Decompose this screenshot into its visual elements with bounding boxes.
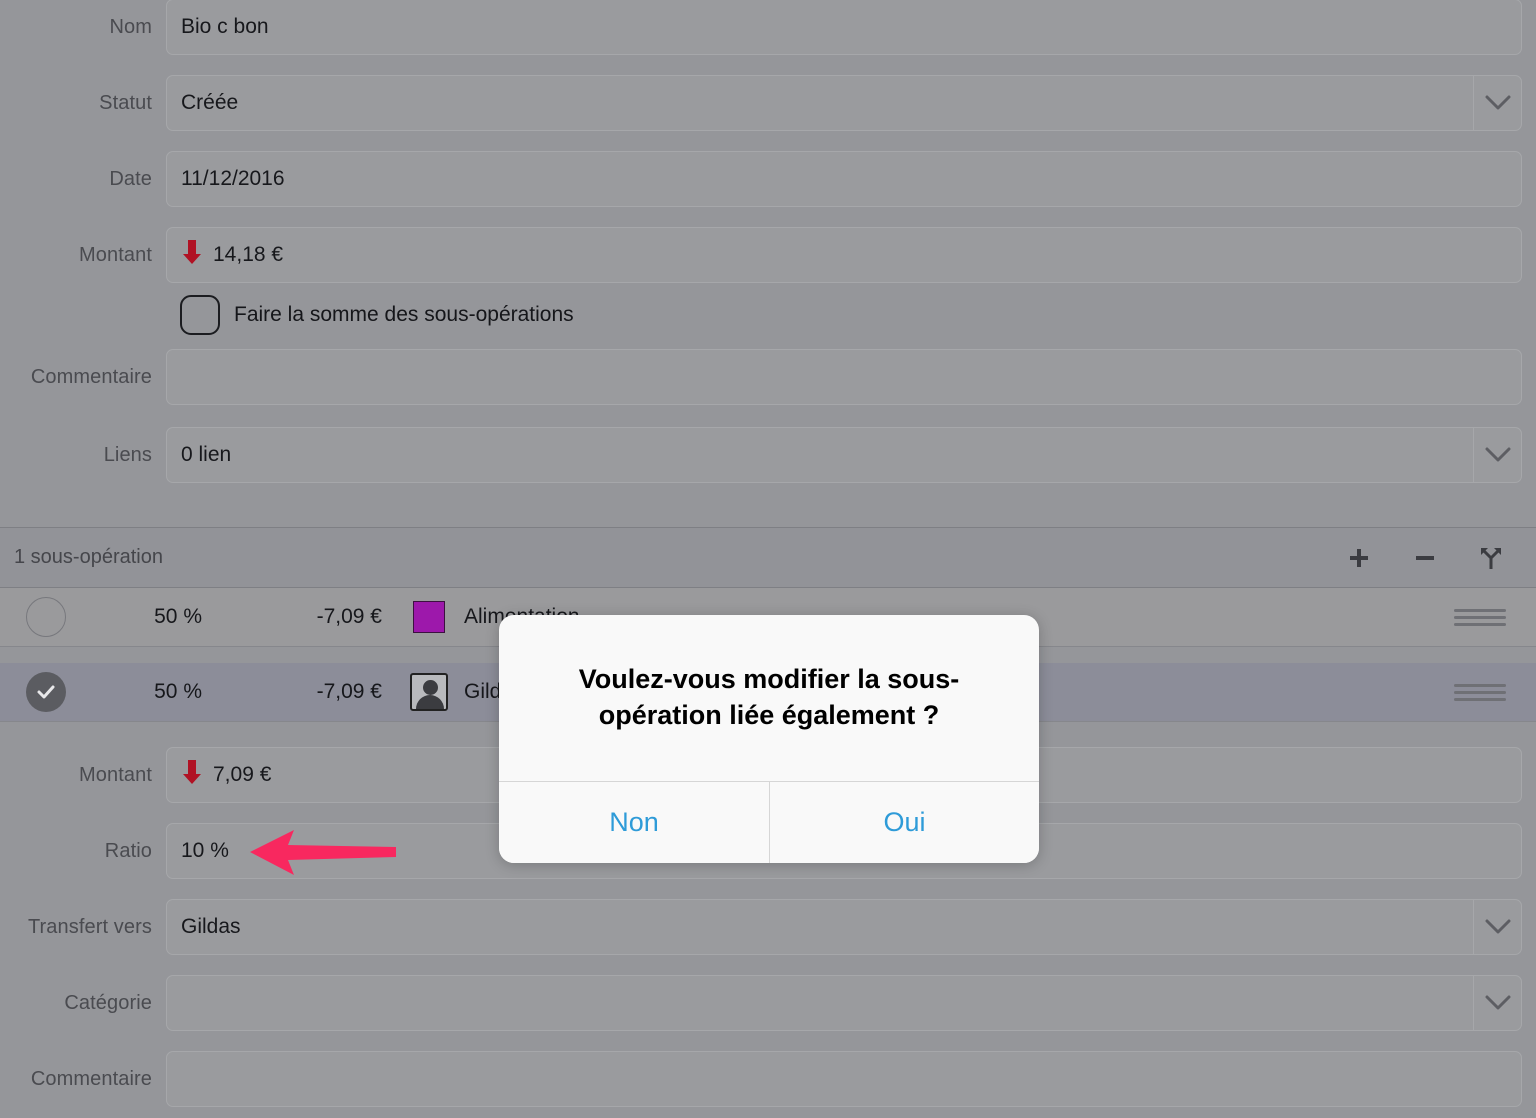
checkbox-somme-sous-operations[interactable] bbox=[180, 295, 220, 335]
row-check-toggle[interactable] bbox=[0, 672, 92, 712]
drag-handle-icon[interactable] bbox=[1454, 680, 1506, 705]
circle-unchecked-icon[interactable] bbox=[26, 597, 66, 637]
field-row-transfert-vers: Transfert vers Gildas bbox=[0, 898, 1536, 956]
input-montant[interactable]: 14,18 € bbox=[166, 227, 1522, 283]
value-transfert-vers: Gildas bbox=[181, 915, 241, 938]
chevron-down-icon[interactable] bbox=[1473, 976, 1521, 1030]
remove-suboperation-button[interactable] bbox=[1412, 545, 1438, 571]
label-commentaire-sub: Commentaire bbox=[30, 1067, 152, 1090]
alert-button-oui[interactable]: Oui bbox=[769, 782, 1039, 863]
input-commentaire-top[interactable] bbox=[166, 349, 1522, 405]
alert-button-non[interactable]: Non bbox=[499, 782, 769, 863]
label-categorie: Catégorie bbox=[64, 991, 152, 1014]
row-amount: -7,09 € bbox=[316, 680, 382, 703]
label-commentaire-top: Commentaire bbox=[30, 365, 152, 388]
field-row-commentaire-sub: Commentaire bbox=[0, 1050, 1536, 1108]
label-montant-sub: Montant bbox=[79, 763, 152, 786]
select-transfert-vers[interactable]: Gildas bbox=[166, 899, 1522, 955]
select-statut[interactable]: Créée bbox=[166, 75, 1522, 131]
dialog-buttons: Non Oui bbox=[499, 781, 1039, 863]
label-montant: Montant bbox=[79, 243, 152, 266]
label-liens: Liens bbox=[103, 443, 152, 466]
row-percent: 50 % bbox=[154, 605, 202, 628]
circle-checked-icon[interactable] bbox=[26, 672, 66, 712]
checkbox-row-somme-sous-operations[interactable]: Faire la somme des sous-opérations bbox=[0, 284, 1536, 346]
label-date: Date bbox=[109, 167, 152, 190]
field-row-liens: Liens 0 lien bbox=[0, 426, 1536, 484]
add-suboperation-button[interactable] bbox=[1346, 545, 1372, 571]
input-nom[interactable]: Bio c bon bbox=[166, 0, 1522, 55]
value-statut: Créée bbox=[181, 91, 239, 114]
confirm-dialog: Voulez-vous modifier la sous-opération l… bbox=[499, 615, 1039, 863]
label-transfert-vers: Transfert vers bbox=[27, 915, 152, 938]
dialog-body: Voulez-vous modifier la sous-opération l… bbox=[499, 615, 1039, 781]
row-percent: 50 % bbox=[154, 680, 202, 703]
row-amount: -7,09 € bbox=[316, 605, 382, 628]
debit-down-arrow-icon bbox=[181, 238, 203, 272]
dialog-message: Voulez-vous modifier la sous-opération l… bbox=[578, 664, 960, 730]
value-date: 11/12/2016 bbox=[181, 167, 285, 190]
suboperations-count-label: 1 sous-opération bbox=[14, 546, 163, 568]
field-row-date: Date 11/12/2016 bbox=[0, 150, 1536, 208]
input-commentaire-sub[interactable] bbox=[166, 1051, 1522, 1107]
suboperations-tools bbox=[1346, 545, 1536, 571]
chevron-down-icon[interactable] bbox=[1473, 900, 1521, 954]
operation-detail-form: Nom Bio c bon Statut Créée Date 11/12/20… bbox=[0, 0, 1536, 527]
field-row-commentaire-top: Commentaire bbox=[0, 346, 1536, 408]
debit-down-arrow-icon bbox=[181, 758, 203, 792]
category-color-swatch bbox=[410, 598, 448, 636]
split-fork-icon[interactable] bbox=[1478, 545, 1504, 571]
select-liens[interactable]: 0 lien bbox=[166, 427, 1522, 483]
label-statut: Statut bbox=[99, 91, 152, 114]
value-nom: Bio c bon bbox=[181, 15, 269, 38]
chevron-down-icon[interactable] bbox=[1473, 428, 1521, 482]
app-root: Nom Bio c bon Statut Créée Date 11/12/20… bbox=[0, 0, 1536, 1118]
checkbox-label: Faire la somme des sous-opérations bbox=[234, 303, 574, 326]
input-date[interactable]: 11/12/2016 bbox=[166, 151, 1522, 207]
field-row-montant: Montant 14,18 € bbox=[0, 226, 1536, 284]
select-categorie[interactable] bbox=[166, 975, 1522, 1031]
label-ratio: Ratio bbox=[104, 839, 152, 862]
chevron-down-icon[interactable] bbox=[1473, 76, 1521, 130]
drag-handle-icon[interactable] bbox=[1454, 605, 1506, 630]
avatar bbox=[410, 673, 448, 711]
field-row-nom: Nom Bio c bon bbox=[0, 0, 1536, 56]
label-nom: Nom bbox=[109, 15, 152, 38]
field-row-categorie: Catégorie bbox=[0, 974, 1536, 1032]
value-liens: 0 lien bbox=[181, 443, 232, 466]
value-montant: 14,18 € bbox=[213, 243, 284, 266]
value-montant-sub: 7,09 € bbox=[213, 763, 272, 786]
field-row-statut: Statut Créée bbox=[0, 74, 1536, 132]
suboperations-toolbar: 1 sous-opération bbox=[0, 527, 1536, 588]
value-ratio: 10 % bbox=[181, 839, 229, 862]
row-check-toggle[interactable] bbox=[0, 597, 92, 637]
